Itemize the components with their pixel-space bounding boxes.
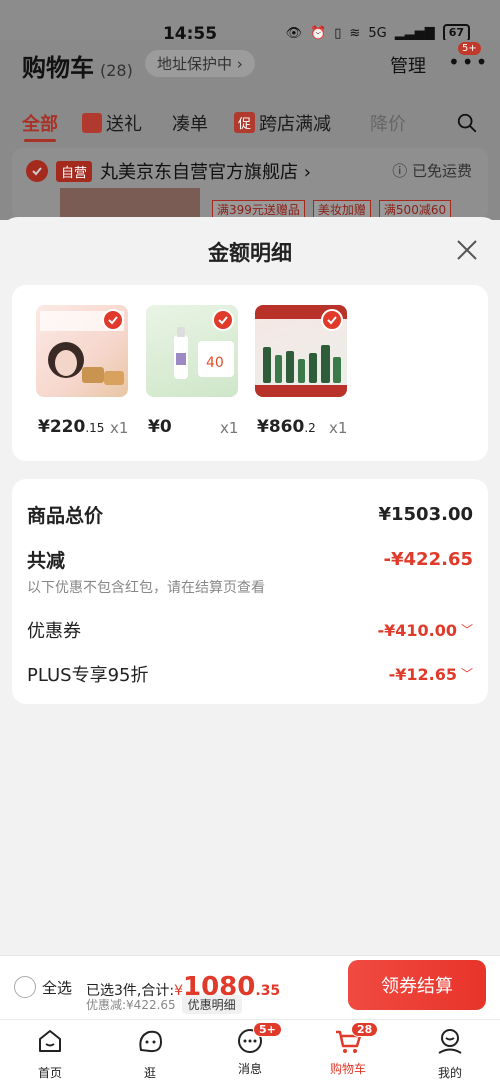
- close-icon[interactable]: [456, 239, 478, 261]
- coupon-row[interactable]: 优惠券 -¥410.00 ﹀: [27, 617, 473, 643]
- checkout-button[interactable]: 领券结算: [348, 960, 486, 1010]
- total-price-row: 商品总价 ¥1503.00: [27, 501, 473, 528]
- nav-home[interactable]: 首页: [10, 1026, 90, 1081]
- goods-price: ¥860.2: [257, 417, 316, 437]
- nav-messages[interactable]: 5+ 消息: [210, 1022, 290, 1077]
- total-reduce-row: 共减 -¥422.65: [27, 546, 473, 573]
- checkmark-icon: [102, 309, 124, 331]
- checkmark-icon: [321, 309, 343, 331]
- wifi-icon: ≋: [349, 25, 361, 41]
- tab-price-drop[interactable]: 降价: [370, 110, 406, 136]
- cart-page-background: 购物车 (28) 地址保护中 › 管理 ••• 5+ 全部 送礼 凑单 促跨店满…: [0, 40, 500, 220]
- product-thumbnail: [60, 188, 200, 220]
- checkout-bar: 全选 已选3件,合计:¥1080.35 优惠减:¥422.65 优惠明细 领券结算: [0, 955, 500, 1019]
- plus-value-wrap: -¥12.65 ﹀: [389, 665, 473, 684]
- alarm-icon: ⏰: [310, 25, 327, 41]
- product-image: 40: [146, 305, 238, 397]
- goods-qty: x1: [329, 419, 348, 437]
- home-icon: [39, 1030, 61, 1052]
- goods-item[interactable]: ¥860.2 x1: [255, 305, 347, 437]
- nav-cart[interactable]: 28 购物车: [308, 1022, 388, 1077]
- chevron-down-icon: ﹀: [460, 666, 473, 681]
- select-all-label[interactable]: 全选: [42, 977, 72, 998]
- coupon-value: -¥410.00: [377, 620, 457, 640]
- free-shipping-label: ⓘ 已免运费: [392, 162, 472, 180]
- total-reduce-value: -¥422.65: [383, 549, 473, 570]
- plus-discount-row[interactable]: PLUS专享95折 -¥12.65 ﹀: [27, 661, 473, 687]
- browse-face-icon: [139, 1030, 163, 1053]
- status-bar: 14:55 👁 ⏰ ▯ ≋ 5G ▂▃▅▇ 67: [0, 0, 500, 44]
- signal-icon: ▂▃▅▇: [394, 25, 435, 41]
- store-card: 自营 丸美京东自营官方旗舰店 › ⓘ 已免运费 满399元送赠品 美妆加赠 满5…: [12, 148, 488, 220]
- svg-text:40: 40: [206, 355, 224, 371]
- coupon-label: 优惠券: [27, 621, 81, 642]
- product-image: [255, 305, 347, 397]
- tab-gift[interactable]: 送礼: [82, 110, 142, 136]
- tab-cross-store[interactable]: 促跨店满减: [234, 110, 331, 136]
- goods-item[interactable]: ¥220.15 x1: [36, 305, 128, 437]
- nav-browse[interactable]: 逛: [110, 1026, 190, 1081]
- signal-label: 5G: [368, 25, 387, 41]
- page-title: 购物车: [22, 54, 94, 82]
- goods-price: ¥0: [148, 417, 172, 437]
- cart-badge: 28: [351, 1022, 379, 1037]
- goods-qty: x1: [220, 419, 239, 437]
- promo-tag: 促: [234, 112, 256, 133]
- eye-icon: 👁: [285, 25, 303, 41]
- bottom-nav: 首页 逛 5+ 消息 28 购物车 我的: [0, 1019, 500, 1085]
- coupon-value-wrap: -¥410.00 ﹀: [377, 621, 473, 640]
- discount-note: 以下优惠不包含红包，请在结算页查看: [27, 580, 265, 596]
- plus-discount-value: -¥12.65: [388, 664, 457, 684]
- total-reduce-label: 共减: [27, 550, 66, 572]
- discount-detail-button[interactable]: 优惠明细: [181, 995, 242, 1014]
- chevron-down-icon: ﹀: [460, 622, 473, 637]
- price-detail-card: 商品总价 ¥1503.00 共减 -¥422.65 以下优惠不包含红包，请在结算…: [12, 479, 488, 704]
- selected-goods-card: ¥220.15 x1 40 ¥0 x1 ¥860.2 x1: [12, 285, 488, 461]
- sheet-title: 金额明细: [208, 241, 292, 265]
- store-row[interactable]: 自营 丸美京东自营官方旗舰店 ›: [26, 158, 311, 184]
- search-icon[interactable]: [456, 112, 478, 134]
- vibrate-icon: ▯: [334, 25, 342, 41]
- goods-item[interactable]: 40 ¥0 x1: [146, 305, 238, 437]
- plus-discount-label: PLUS专享95折: [27, 665, 149, 686]
- cart-header: 购物车 (28): [22, 48, 133, 83]
- goods-price: ¥220.15: [38, 417, 105, 437]
- self-operated-badge: 自营: [56, 160, 93, 182]
- total-price-value: ¥1503.00: [378, 504, 473, 525]
- filter-tabs: 全部 送礼 凑单 促跨店满减 降价: [0, 108, 500, 144]
- tab-all[interactable]: 全部: [22, 110, 58, 142]
- checkmark-icon[interactable]: [26, 160, 48, 182]
- discount-summary: 优惠减:¥422.65 优惠明细: [86, 995, 242, 1014]
- product-image: [36, 305, 128, 397]
- messages-badge: 5+: [253, 1022, 282, 1037]
- profile-icon: [438, 1029, 462, 1054]
- more-badge: 5+: [458, 42, 481, 55]
- checkmark-icon: [212, 309, 234, 331]
- address-protect-button[interactable]: 地址保护中 ›: [145, 50, 255, 77]
- cart-count: (28): [100, 61, 133, 80]
- amount-detail-sheet: 金额明细 ¥220.15 x1 40 ¥0 x1 ¥860.2 x1 商品总价 …: [0, 217, 500, 957]
- total-price-label: 商品总价: [27, 505, 104, 527]
- select-all-radio[interactable]: [14, 976, 36, 998]
- gift-icon: [82, 113, 102, 133]
- store-name[interactable]: 丸美京东自营官方旗舰店 ›: [100, 158, 311, 184]
- tab-add-on[interactable]: 凑单: [172, 110, 208, 136]
- manage-button[interactable]: 管理: [390, 52, 426, 78]
- nav-profile[interactable]: 我的: [410, 1026, 490, 1081]
- goods-qty: x1: [110, 419, 129, 437]
